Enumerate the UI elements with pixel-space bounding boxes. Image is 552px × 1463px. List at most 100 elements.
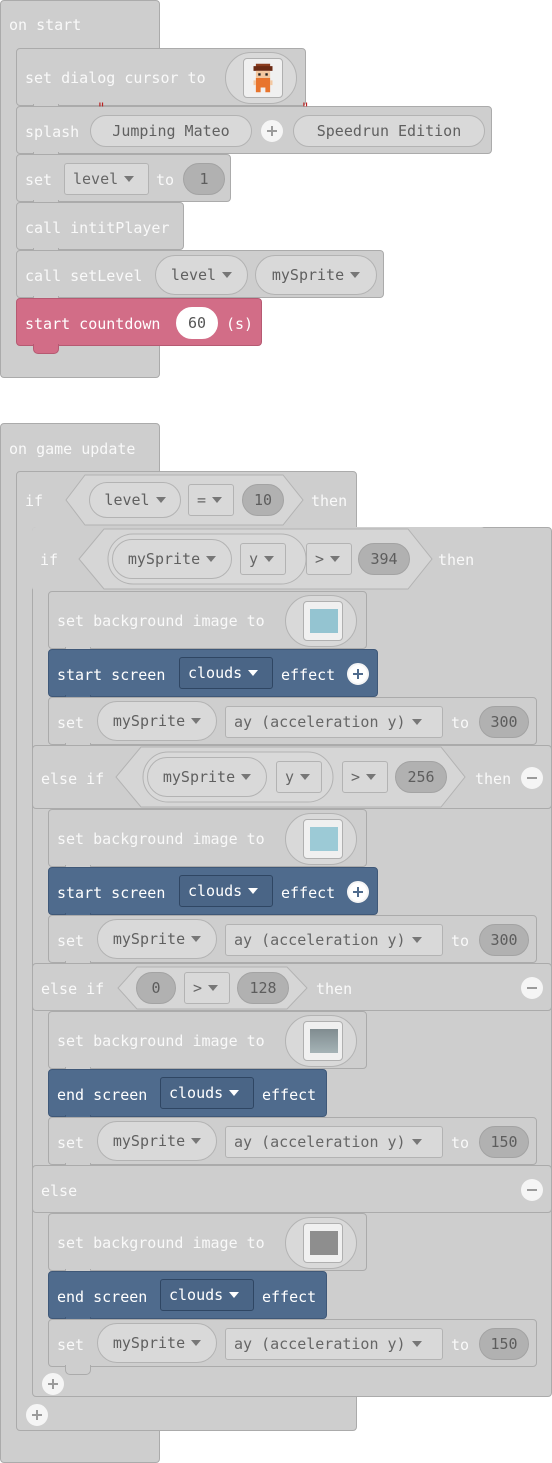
effect-dropdown[interactable]: clouds	[160, 1279, 254, 1311]
else-if-prop-text: y	[285, 768, 295, 786]
set-background-block-4[interactable]: set background image to	[48, 1213, 367, 1279]
chevron-down-icon	[124, 176, 135, 182]
start-screen-effect-block-1[interactable]: start screen clouds effect	[48, 649, 378, 705]
splash-block[interactable]: splash " Jumping Mateo " Speedrun Editio…	[16, 101, 492, 162]
effect-dropdown[interactable]: clouds	[179, 875, 273, 907]
background-image-field[interactable]	[285, 813, 357, 865]
ay-value-field[interactable]: 300	[479, 706, 529, 738]
effect-dropdown[interactable]: clouds	[179, 657, 273, 689]
if-sprite-dropdown[interactable]: mySprite	[112, 539, 232, 579]
set-background-block-2[interactable]: set background image to	[48, 809, 367, 875]
countdown-value-field[interactable]: 60	[176, 307, 218, 339]
chevron-down-icon	[300, 774, 311, 780]
set-sprite-ay-block-3[interactable]: set mySprite ay (acceleration y) to 150	[48, 1117, 537, 1173]
set-background-block-3[interactable]: set background image to	[48, 1011, 367, 1077]
remove-else-if-icon[interactable]	[521, 767, 543, 789]
effect-add-icon[interactable]	[347, 663, 369, 685]
background-image-field[interactable]	[285, 595, 357, 647]
effect-label: effect	[281, 666, 336, 684]
effect-label: effect	[262, 1086, 317, 1104]
else-if-value-field[interactable]: 256	[395, 761, 447, 793]
end-screen-effect-block-4[interactable]: end screen clouds effect	[48, 1271, 327, 1327]
sprite-text: mySprite	[112, 712, 186, 730]
bg-swatch-3	[310, 1029, 338, 1053]
remove-else-if-icon[interactable]	[521, 977, 543, 999]
set-level-arg-sprite[interactable]: mySprite	[255, 255, 377, 295]
on-start-hat-label: on start	[9, 16, 82, 34]
call-init-player-label: call intitPlayer	[25, 219, 170, 237]
if-prop-dropdown[interactable]: y	[240, 543, 286, 575]
sprite-dropdown[interactable]: mySprite	[97, 701, 217, 741]
set-sprite-ay-block-1[interactable]: set mySprite ay (acceleration y) to 300	[48, 697, 537, 753]
chevron-down-icon	[222, 272, 233, 278]
else-if-sprite-dropdown[interactable]: mySprite	[147, 757, 267, 797]
splash-title-field[interactable]: Jumping Mateo	[90, 115, 252, 147]
remove-else-icon[interactable]	[521, 1179, 543, 1201]
else-header[interactable]: else	[32, 1165, 552, 1213]
outer-if-add-icon[interactable]	[26, 1404, 48, 1426]
call-set-level-block[interactable]: call setLevel level mySprite	[16, 250, 384, 306]
call-set-level-label: call setLevel	[25, 267, 143, 285]
property-text: ay (acceleration y)	[234, 931, 406, 949]
inner-if-header[interactable]: if mySprite y > 394 then	[32, 527, 485, 591]
to-label: to	[451, 714, 470, 732]
set-sprite-ay-block-2[interactable]: set mySprite ay (acceleration y) to 300	[48, 915, 537, 971]
if-then-label: then	[438, 551, 475, 569]
property-dropdown[interactable]: ay (acceleration y)	[225, 1328, 443, 1360]
sprite-dropdown[interactable]: mySprite	[97, 1323, 217, 1363]
set-level-arg-level[interactable]: level	[155, 255, 248, 295]
background-image-icon	[303, 1021, 343, 1061]
level-value-field[interactable]: 1	[183, 163, 225, 195]
chevron-down-icon	[411, 1341, 422, 1347]
chevron-down-icon	[411, 937, 422, 943]
background-image-field[interactable]	[285, 1217, 357, 1269]
call-init-player-block[interactable]: call intitPlayer	[16, 202, 184, 258]
else-if-op-dropdown[interactable]: >	[342, 761, 388, 793]
effect-add-icon[interactable]	[347, 881, 369, 903]
effect-dropdown[interactable]: clouds	[160, 1077, 254, 1109]
to-label: to	[451, 1134, 470, 1152]
outer-if-value-field[interactable]: 10	[242, 484, 284, 516]
set-dialog-cursor-label: set dialog cursor to	[25, 69, 206, 87]
sprite-dropdown[interactable]: mySprite	[97, 1121, 217, 1161]
set-level-block[interactable]: set level to 1	[16, 154, 231, 210]
chevron-down-icon	[206, 556, 217, 562]
else-if-left-field[interactable]: 0	[136, 972, 176, 1004]
else-if-header-1[interactable]: else if mySprite y > 256 then	[32, 745, 552, 809]
outer-if-op-dropdown[interactable]: =	[188, 484, 234, 516]
outer-if-level-dropdown[interactable]: level	[89, 482, 181, 518]
ay-value-field[interactable]: 150	[479, 1126, 529, 1158]
property-dropdown[interactable]: ay (acceleration y)	[225, 924, 443, 956]
level-variable-dropdown[interactable]: level	[64, 163, 149, 195]
chevron-down-icon	[191, 1138, 202, 1144]
splash-add-icon[interactable]	[261, 120, 283, 142]
else-if-header-2[interactable]: else if 0 > 128 then	[32, 963, 552, 1011]
if-op-dropdown[interactable]: >	[306, 543, 352, 575]
if-value-field[interactable]: 394	[358, 543, 410, 575]
else-if-label: else if	[41, 770, 105, 788]
property-dropdown[interactable]: ay (acceleration y)	[225, 1126, 443, 1158]
start-countdown-block[interactable]: start countdown 60 (s)	[16, 298, 262, 354]
background-image-field[interactable]	[285, 1015, 357, 1067]
effect-text: clouds	[169, 1286, 224, 1304]
set-background-label: set background image to	[57, 612, 265, 630]
start-screen-effect-block-2[interactable]: start screen clouds effect	[48, 867, 378, 923]
chevron-down-icon	[191, 1340, 202, 1346]
sprite-dropdown[interactable]: mySprite	[97, 919, 217, 959]
start-countdown-label: start countdown	[25, 315, 161, 333]
end-screen-effect-block-3[interactable]: end screen clouds effect	[48, 1069, 327, 1125]
else-if-right-field[interactable]: 128	[237, 972, 289, 1004]
set-sprite-ay-block-4[interactable]: set mySprite ay (acceleration y) to 150	[48, 1319, 537, 1375]
set-background-block-1[interactable]: set background image to	[48, 591, 367, 657]
set-dialog-cursor-block[interactable]: set dialog cursor to	[16, 48, 306, 114]
else-if-prop-dropdown[interactable]: y	[276, 761, 322, 793]
splash-subtitle-field[interactable]: Speedrun Edition	[293, 115, 485, 147]
outer-if-label: if	[25, 492, 44, 510]
ay-value-field[interactable]: 150	[479, 1328, 529, 1360]
inner-if-add-icon[interactable]	[42, 1373, 64, 1395]
else-if-op-dropdown[interactable]: >	[184, 972, 230, 1004]
cursor-image-field[interactable]	[225, 52, 297, 104]
ay-value-field[interactable]: 300	[479, 924, 529, 956]
bg-swatch-1	[310, 609, 338, 633]
property-dropdown[interactable]: ay (acceleration y)	[225, 706, 443, 738]
